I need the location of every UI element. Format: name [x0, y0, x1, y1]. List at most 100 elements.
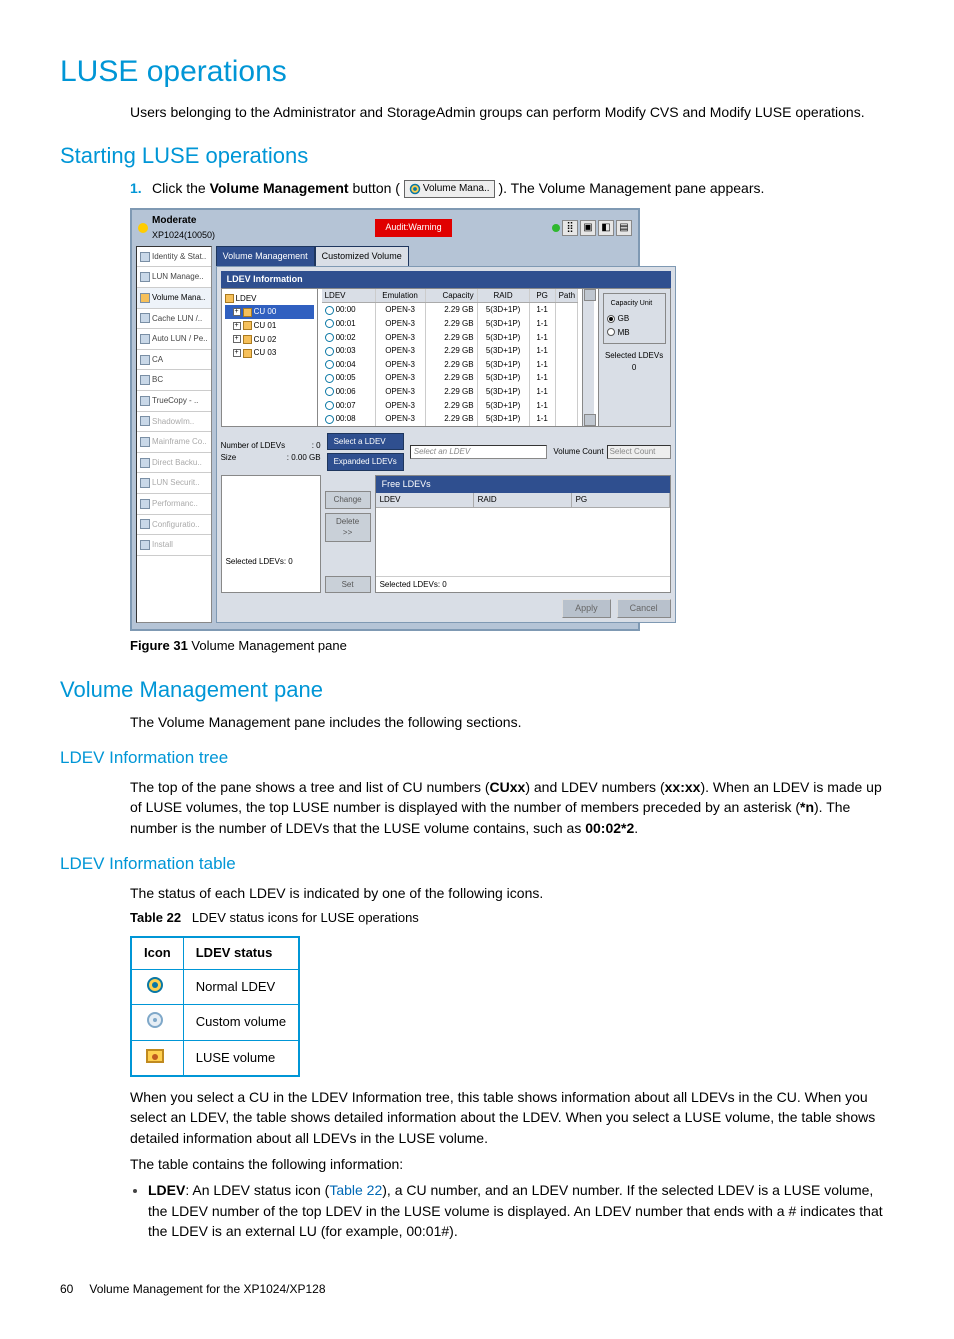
num-ldevs-label: Number of LDEVs: [221, 440, 285, 452]
table-row: Custom volume: [131, 1005, 299, 1041]
expanded-ldevs-button[interactable]: Expanded LDEVs: [327, 453, 404, 471]
set-button[interactable]: Set: [325, 576, 371, 594]
sidebar-item[interactable]: ShadowIm..: [137, 412, 211, 433]
table-row[interactable]: 00:08OPEN-32.29 GB5(3D+1P)1-1: [322, 412, 578, 426]
text: ) and LDEV numbers (: [525, 779, 664, 795]
audit-warning-badge: Audit:Warning: [375, 219, 451, 236]
text-bold: 00:02*2: [585, 820, 634, 836]
text-bold: CUxx: [490, 779, 526, 795]
sidebar-item[interactable]: TrueCopy - ..: [137, 391, 211, 412]
tree-item[interactable]: +CU 03: [225, 346, 314, 360]
sidebar-item[interactable]: Performanc..: [137, 494, 211, 515]
expanded-ldevs-pane[interactable]: Selected LDEVs: 0: [221, 475, 321, 593]
delete-button[interactable]: Delete >>: [325, 513, 371, 542]
sidebar-icon: [140, 499, 150, 509]
toolbar-icon-2[interactable]: ▣: [580, 220, 596, 236]
text-bold: LDEV: [148, 1182, 185, 1198]
text-bold: Volume Management: [210, 180, 349, 196]
intro-paragraph: Users belonging to the Administrator and…: [130, 102, 894, 122]
mid-controls: Number of LDEVs: 0 Size: 0.00 GB Select …: [221, 433, 671, 471]
heading-starting-luse: Starting LUSE operations: [60, 140, 894, 172]
sidebar-label: Install: [152, 539, 173, 551]
text: ). The Volume Management pane appears.: [498, 180, 764, 196]
col-raid: RAID: [478, 289, 530, 303]
toolbar-icon-4[interactable]: ▤: [616, 220, 632, 236]
table-row[interactable]: 00:02OPEN-32.29 GB5(3D+1P)1-1: [322, 331, 578, 345]
select-ldev-field[interactable]: Select an LDEV: [410, 445, 548, 459]
table-row[interactable]: 00:00OPEN-32.29 GB5(3D+1P)1-1: [322, 303, 578, 317]
heading-volume-management-pane: Volume Management pane: [60, 674, 894, 706]
sidebar-label: LUN Manage..: [152, 271, 204, 283]
dialog-footer-buttons: Apply Cancel: [221, 599, 671, 618]
text-bold: xx:xx: [665, 779, 701, 795]
sidebar-icon: [140, 375, 150, 385]
radio-gb[interactable]: GB: [607, 313, 662, 325]
volume-count-select[interactable]: Select Count: [607, 445, 671, 459]
ldev-status-icon: [325, 360, 334, 369]
tab-volume-management[interactable]: Volume Management: [216, 246, 315, 266]
title-line2: XP1024(10050): [152, 229, 215, 242]
table-row[interactable]: 00:05OPEN-32.29 GB5(3D+1P)1-1: [322, 371, 578, 385]
free-ldevs-pane[interactable]: Free LDEVs LDEV RAID PG Selected LDEVs: …: [375, 475, 671, 593]
expand-icon[interactable]: +: [233, 322, 241, 330]
col-ldev: LDEV: [322, 289, 376, 303]
sidebar-item[interactable]: Install: [137, 535, 211, 556]
expand-icon[interactable]: +: [233, 349, 241, 357]
selected-ldevs-label: Selected LDEVs: [603, 350, 666, 362]
after-table-p2: The table contains the following informa…: [130, 1154, 894, 1174]
tree-item[interactable]: +CU 01: [225, 319, 314, 333]
vmp-intro: The Volume Management pane includes the …: [130, 712, 894, 732]
xref-table-22[interactable]: Table 22: [329, 1182, 382, 1198]
sidebar-item[interactable]: LUN Securit..: [137, 473, 211, 494]
free-ldevs-header: Free LDEVs: [376, 476, 670, 493]
change-button[interactable]: Change: [325, 491, 371, 509]
tree-item[interactable]: +CU 02: [225, 333, 314, 347]
table-intro: The status of each LDEV is indicated by …: [130, 883, 894, 903]
sidebar-item[interactable]: Identity & Stat..: [137, 247, 211, 268]
select-ldev-button[interactable]: Select a LDEV: [327, 433, 404, 451]
table-caption: Table 22 LDEV status icons for LUSE oper…: [130, 909, 894, 928]
ldev-status-icon: [325, 319, 334, 328]
apply-button[interactable]: Apply: [562, 599, 611, 618]
tree-item[interactable]: + CU 00: [225, 305, 314, 319]
table-row[interactable]: 00:04OPEN-32.29 GB5(3D+1P)1-1: [322, 358, 578, 372]
expand-icon[interactable]: +: [233, 308, 241, 316]
sidebar-icon: [140, 334, 150, 344]
table-row[interactable]: 00:03OPEN-32.29 GB5(3D+1P)1-1: [322, 344, 578, 358]
table-row[interactable]: 00:01OPEN-32.29 GB5(3D+1P)1-1: [322, 317, 578, 331]
sidebar-item[interactable]: Auto LUN / Pe..: [137, 329, 211, 350]
sidebar-icon: [140, 396, 150, 406]
sidebar-item[interactable]: Cache LUN /..: [137, 309, 211, 330]
step-number: 1.: [130, 178, 152, 199]
sidebar-item[interactable]: LUN Manage..: [137, 267, 211, 288]
tree-item-label: CU 00: [254, 306, 277, 318]
sidebar-label: ShadowIm..: [152, 416, 194, 428]
footer-text: Volume Management for the XP1024/XP128: [89, 1281, 325, 1298]
sidebar-item[interactable]: Mainframe Co..: [137, 432, 211, 453]
sidebar-item[interactable]: CA: [137, 350, 211, 371]
sidebar-label: BC: [152, 374, 163, 386]
sidebar-item[interactable]: BC: [137, 370, 211, 391]
expand-icon[interactable]: +: [233, 335, 241, 343]
ldev-table[interactable]: LDEV Emulation Capacity RAID PG Path 00:…: [322, 289, 578, 426]
vertical-scrollbar[interactable]: [582, 289, 594, 426]
sidebar-icon: [140, 313, 150, 323]
sidebar-item[interactable]: Configuratio..: [137, 515, 211, 536]
sidebar-icon: [140, 458, 150, 468]
heading-luse-operations: LUSE operations: [60, 50, 894, 94]
table-row[interactable]: 00:07OPEN-32.29 GB5(3D+1P)1-1: [322, 399, 578, 413]
sidebar-item[interactable]: Volume Mana..: [137, 288, 211, 309]
sidebar-icon: [140, 437, 150, 447]
sidebar-item[interactable]: Direct Backu..: [137, 453, 211, 474]
cancel-button[interactable]: Cancel: [617, 599, 671, 618]
ldev-tree[interactable]: LDEV +CU 00+CU 01+CU 02+CU 03: [222, 289, 318, 426]
radio-mb[interactable]: MB: [607, 327, 662, 339]
table-row[interactable]: 00:06OPEN-32.29 GB5(3D+1P)1-1: [322, 385, 578, 399]
col-header-icon: Icon: [131, 937, 183, 969]
tab-customized-volume[interactable]: Customized Volume: [315, 246, 409, 266]
window-title: Moderate XP1024(10050): [138, 214, 215, 242]
ldev-status-icon: [325, 333, 334, 342]
capacity-unit-legend: Capacity Unit: [609, 299, 655, 309]
toolbar-icon-1[interactable]: ⣿: [562, 220, 578, 236]
toolbar-icon-3[interactable]: ◧: [598, 220, 614, 236]
